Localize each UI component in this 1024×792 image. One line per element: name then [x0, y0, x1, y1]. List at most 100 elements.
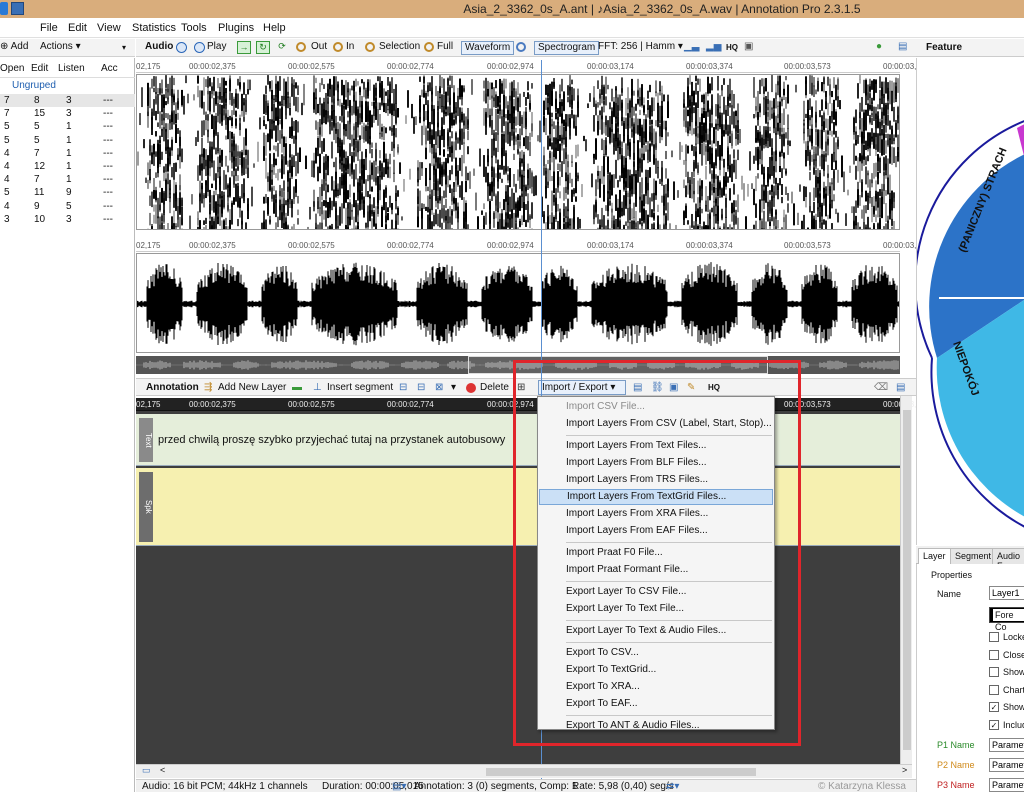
menu-tools[interactable]: Tools — [181, 22, 207, 34]
table-row[interactable]: 5 5 1 --- — [0, 134, 135, 147]
option-checkbox[interactable]: ✓ — [989, 702, 999, 712]
loop-icon[interactable]: ↻ — [256, 41, 270, 54]
tab-layer[interactable]: Layer — [918, 548, 951, 564]
zoom-selection-button[interactable]: Selection — [379, 41, 420, 52]
layer-name[interactable]: Text — [139, 418, 153, 462]
group-label[interactable]: Ungruped — [12, 80, 56, 91]
home-icon[interactable] — [176, 42, 187, 53]
play-button[interactable]: Play — [207, 41, 226, 52]
option-checkbox[interactable]: ✓ — [989, 719, 999, 730]
scroll-mode-icon[interactable]: ▭ — [142, 765, 151, 776]
window-icon[interactable]: ▣ — [669, 382, 678, 393]
layer-name[interactable]: Spk — [139, 472, 153, 542]
hq-toggle[interactable]: HQ — [726, 43, 738, 52]
menu-item[interactable]: Import Layers From XRA Files... — [539, 506, 773, 522]
feature-wheel[interactable]: (PANICZNY) STRACH NIEPOKÓJ — [914, 58, 1024, 545]
waveform-view[interactable] — [136, 253, 900, 353]
layer-name-field[interactable] — [989, 586, 1024, 600]
p2-name-field[interactable] — [989, 758, 1024, 772]
menu-item[interactable]: Export To XRA... — [539, 679, 773, 695]
scrollbar-thumb[interactable] — [486, 768, 756, 776]
menu-item[interactable]: Export To EAF... — [539, 696, 773, 712]
menu-item[interactable]: Import Layers From Text Files... — [539, 438, 773, 454]
scroll-right-icon[interactable]: > — [902, 765, 907, 775]
segment-tool-icon[interactable]: ⊠ — [435, 382, 443, 393]
panel-layout-icon[interactable]: ▤ — [898, 41, 907, 52]
panel-layout-icon[interactable]: ▤ — [896, 382, 905, 393]
insert-segment-button[interactable]: Insert segment — [327, 382, 393, 393]
overview-viewport-handle[interactable] — [468, 356, 768, 374]
menu-statistics[interactable]: Statistics — [132, 22, 176, 34]
segment-tools-dropdown-icon[interactable]: ▾ — [451, 382, 456, 393]
option-checkbox[interactable] — [989, 667, 999, 677]
fore-color-button[interactable]: Fore Co — [989, 607, 1024, 632]
actions-dropdown[interactable]: Actions ▾ — [40, 41, 81, 52]
table-row[interactable]: 5 11 9 --- — [0, 186, 135, 199]
menu-item[interactable]: Import Layers From TRS Files... — [539, 472, 773, 488]
waveform-zoom-icon[interactable] — [516, 42, 526, 52]
chart-icon[interactable]: ▁▃ — [684, 41, 699, 52]
audio-overview-bar[interactable] — [135, 356, 900, 374]
menu-item[interactable]: Import Layers From BLF Files... — [539, 455, 773, 471]
zoom-selection-icon[interactable] — [365, 42, 375, 52]
table-row[interactable]: 4 9 5 --- — [0, 200, 135, 213]
menu-view[interactable]: View — [97, 22, 121, 34]
option-checkbox[interactable] — [989, 649, 999, 660]
p1-name-field[interactable] — [989, 738, 1024, 752]
menu-help[interactable]: Help — [263, 22, 286, 34]
p3-name-field[interactable] — [989, 778, 1024, 792]
table-row[interactable]: 4 7 1 --- — [0, 147, 135, 160]
layer-text[interactable]: Text przed chwilą proszę szybko przyjech… — [136, 414, 900, 466]
table-row[interactable]: 5 5 1 --- — [0, 120, 135, 133]
menu-item[interactable]: Export Layer To Text File... — [539, 601, 773, 617]
segment-tool-icon[interactable]: ⊟ — [399, 382, 407, 393]
zoom-in-button[interactable]: In — [346, 41, 354, 52]
link-icon[interactable]: ⛓ — [651, 382, 664, 393]
hq-toggle[interactable]: HQ — [708, 383, 720, 392]
zoom-out-icon[interactable] — [296, 42, 306, 52]
add-new-layer-button[interactable]: Add New Layer — [218, 382, 286, 393]
delete-button[interactable]: Delete — [480, 382, 509, 393]
pencil-icon[interactable]: ✎ — [687, 382, 695, 393]
layer-spk[interactable]: Spk — [136, 468, 900, 546]
menu-item[interactable]: Import Layers From EAF Files... — [539, 523, 773, 539]
menu-item[interactable]: Import Layers From CSV (Label, Start, St… — [539, 416, 773, 432]
fft-dropdown[interactable]: FFT: 256 | Hamm ▾ — [598, 41, 683, 52]
menu-plugins[interactable]: Plugins — [218, 22, 254, 34]
refresh-icon[interactable]: ⟳ — [275, 41, 289, 54]
col-listen[interactable]: Listen — [58, 63, 85, 74]
arrow-right-icon[interactable]: → — [237, 41, 251, 54]
annotation-horizontal-scrollbar[interactable]: ▭ < > — [136, 764, 912, 778]
menu-item[interactable]: Export To CSV... — [539, 645, 773, 661]
camera-icon[interactable]: ▣ — [744, 41, 753, 52]
table-row[interactable]: 7 8 3 --- — [0, 94, 135, 107]
layer-green-icon[interactable]: ▬ — [292, 382, 302, 393]
menu-item[interactable]: Import Praat Formant File... — [539, 562, 773, 578]
zoom-in-icon[interactable] — [333, 42, 343, 52]
col-open[interactable]: Open — [0, 63, 24, 74]
zoom-full-icon[interactable] — [424, 42, 434, 52]
option-checkbox[interactable] — [989, 684, 999, 695]
table-row[interactable]: 7 15 3 --- — [0, 107, 135, 120]
annotation-vertical-scrollbar[interactable] — [900, 396, 912, 764]
layer-list-icon[interactable]: ▤ — [633, 382, 642, 393]
menu-item[interactable]: Export To TextGrid... — [539, 662, 773, 678]
zoom-out-button[interactable]: Out — [311, 41, 327, 52]
menu-edit[interactable]: Edit — [68, 22, 87, 34]
zoom-full-button[interactable]: Full — [437, 41, 453, 52]
option-checkbox[interactable] — [989, 632, 999, 642]
table-row[interactable]: 4 7 1 --- — [0, 173, 135, 186]
spectrogram-view[interactable] — [136, 74, 900, 230]
play-icon[interactable] — [194, 42, 205, 53]
menu-item[interactable]: Import Praat F0 File... — [539, 545, 773, 561]
tab-audio[interactable]: Audio F — [992, 548, 1024, 571]
lock-icon[interactable]: ⊞ — [517, 382, 525, 393]
scroll-left-icon[interactable]: < — [160, 765, 165, 775]
overflow-chevron-icon[interactable]: ▾ — [122, 43, 126, 52]
table-row[interactable]: 3 10 3 --- — [0, 213, 135, 226]
menu-item[interactable]: Export To ANT & Audio Files... — [539, 718, 773, 734]
import-export-dropdown[interactable]: Import / Export ▾ — [538, 380, 626, 395]
menu-file[interactable]: File — [40, 22, 58, 34]
scrollbar-thumb[interactable] — [903, 410, 911, 750]
eraser-icon[interactable]: ⌫ — [874, 382, 888, 393]
